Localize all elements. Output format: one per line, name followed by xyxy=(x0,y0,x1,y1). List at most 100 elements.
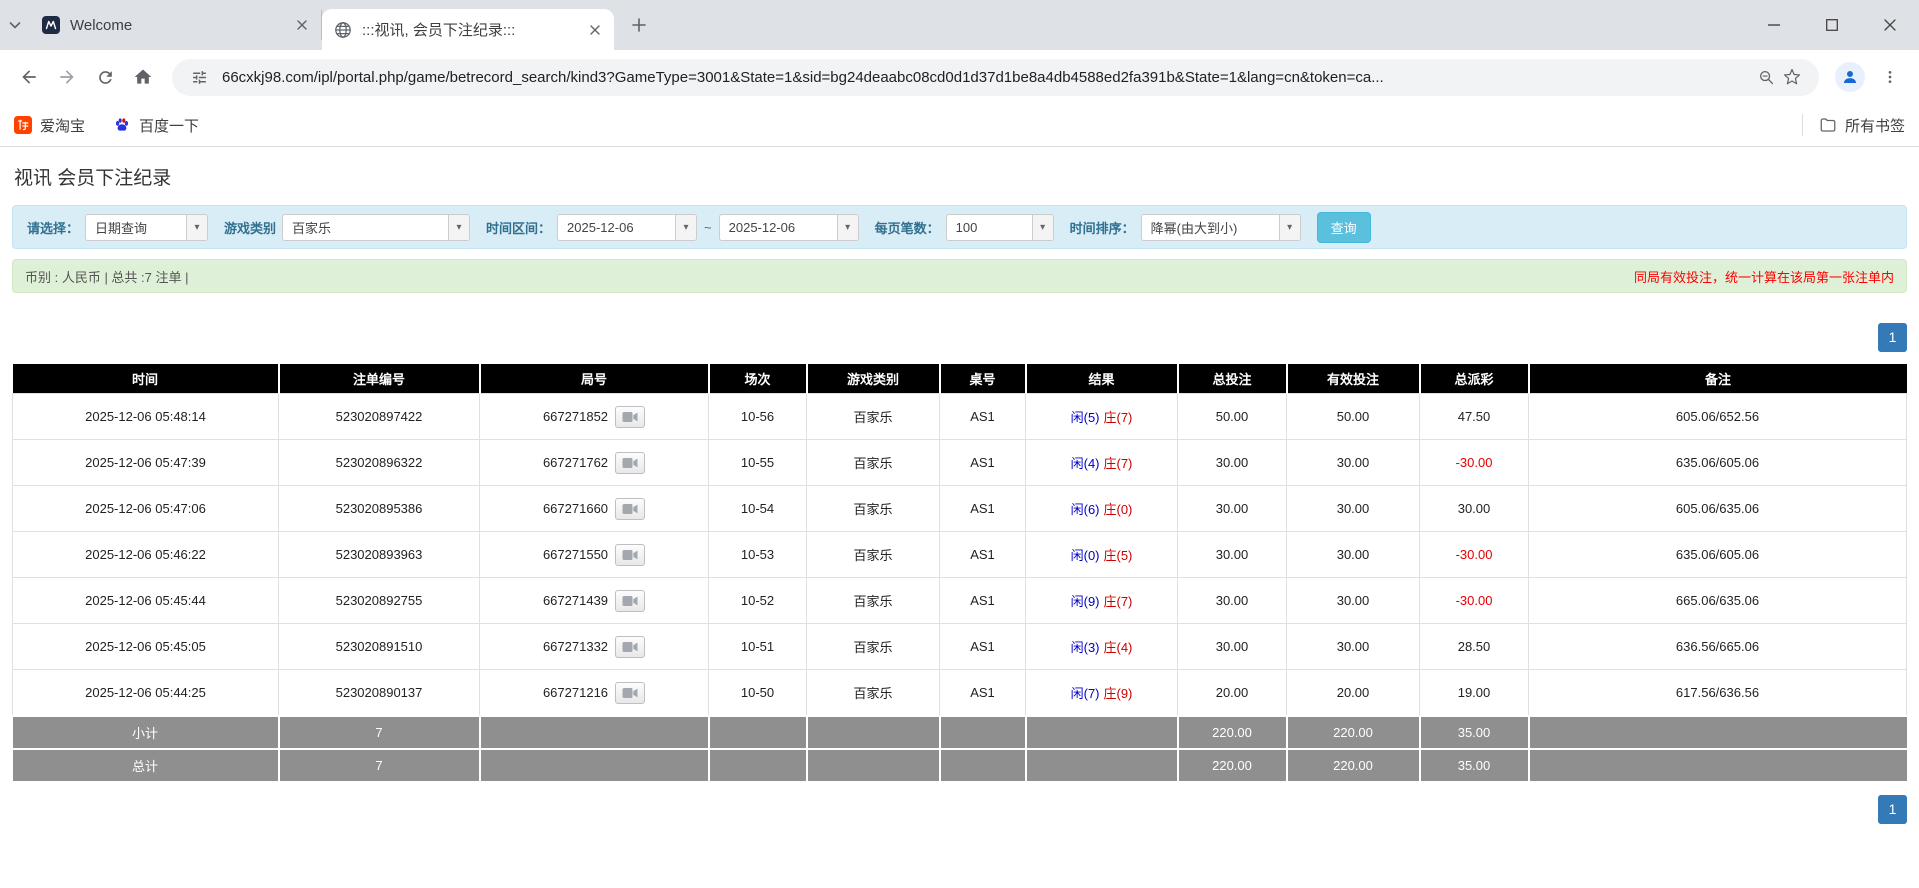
cell-total-bet[interactable]: 20.00 xyxy=(1177,669,1287,717)
tab-welcome[interactable]: Welcome xyxy=(30,10,322,40)
game-type-select[interactable]: 百家乐 ▾ xyxy=(282,213,471,241)
date-range-label: 时间区间： xyxy=(486,220,552,236)
cell-time: 2025-12-06 05:44:25 xyxy=(12,669,279,717)
page-1-button[interactable]: 1 xyxy=(1878,323,1907,352)
date-from-select[interactable]: 2025-12-06 ▾ xyxy=(557,213,698,241)
round-number: 667271216 xyxy=(542,685,609,700)
bookmarks-divider xyxy=(1801,114,1803,136)
bookmark-baidu[interactable]: 百度一下 xyxy=(113,115,199,136)
cell-session: 10-51 xyxy=(708,623,807,670)
cell-note: 617.56/636.56 xyxy=(1528,669,1907,717)
video-replay-button[interactable] xyxy=(615,451,646,474)
cell-note: 665.06/635.06 xyxy=(1528,577,1907,624)
cell-total-bet[interactable]: 30.00 xyxy=(1177,439,1287,486)
cell-payout: 28.50 xyxy=(1419,623,1529,670)
video-replay-button[interactable] xyxy=(615,681,646,704)
cell-valid-bet: 30.00 xyxy=(1286,577,1420,624)
cell-table-no: AS1 xyxy=(939,577,1026,624)
address-bar[interactable]: 66cxkj98.com/ipl/portal.php/game/betreco… xyxy=(172,58,1819,96)
taobao-icon xyxy=(14,116,32,134)
cell-result: 闲(6) 庄(0) xyxy=(1025,485,1178,532)
video-replay-button[interactable] xyxy=(615,543,646,566)
cell-game-type: 百家乐 xyxy=(806,439,940,486)
cell-game-type: 百家乐 xyxy=(806,577,940,624)
maximize-button[interactable] xyxy=(1803,0,1861,50)
cell-round: 667271332 xyxy=(479,623,709,670)
site-settings-icon[interactable] xyxy=(186,64,212,90)
total-count: 7 xyxy=(277,748,480,781)
video-camera-icon xyxy=(622,687,638,699)
subtotal-count: 7 xyxy=(277,715,480,749)
cell-total-bet[interactable]: 30.00 xyxy=(1177,531,1287,578)
globe-icon xyxy=(334,21,352,39)
new-tab-button[interactable] xyxy=(624,10,654,40)
zoom-icon[interactable] xyxy=(1753,64,1779,90)
cell-total-bet[interactable]: 30.00 xyxy=(1177,485,1287,532)
chevron-down-icon[interactable]: ▾ xyxy=(1031,214,1053,240)
chevron-down-icon[interactable]: ▾ xyxy=(1278,214,1300,240)
table-row: 2025-12-06 05:48:14 523020897422 6672718… xyxy=(12,393,1907,440)
url-text[interactable]: 66cxkj98.com/ipl/portal.php/game/betreco… xyxy=(222,69,1753,86)
bookmark-label: 百度一下 xyxy=(139,117,200,135)
video-camera-icon xyxy=(622,457,638,469)
page-size-select[interactable]: 100 ▾ xyxy=(945,213,1054,241)
video-camera-icon xyxy=(622,503,638,515)
cell-total-bet[interactable]: 50.00 xyxy=(1177,393,1287,440)
date-to-select[interactable]: 2025-12-06 ▾ xyxy=(718,213,859,241)
chevron-down-icon[interactable]: ▾ xyxy=(836,214,858,240)
table-header-row: 时间 注单编号 局号 场次 游戏类别 桌号 结果 总投注 有效投注 总派彩 备注 xyxy=(12,364,1907,394)
footer-empty-cell xyxy=(1024,715,1178,749)
cell-table-no: AS1 xyxy=(939,485,1026,532)
bookmark-star-icon[interactable] xyxy=(1779,64,1805,90)
sort-order-select[interactable]: 降幂(由大到小) ▾ xyxy=(1140,213,1301,241)
result-banker: 庄(0) xyxy=(1103,502,1133,517)
tab-close-icon[interactable] xyxy=(291,14,313,36)
close-window-button[interactable] xyxy=(1861,0,1919,50)
cell-total-bet[interactable]: 30.00 xyxy=(1177,623,1287,670)
video-replay-button[interactable] xyxy=(615,405,646,428)
all-bookmarks-button[interactable]: 所有书签 xyxy=(1819,115,1905,136)
result-banker: 庄(7) xyxy=(1103,594,1133,609)
cell-session: 10-52 xyxy=(708,577,807,624)
cell-total-bet[interactable]: 30.00 xyxy=(1177,577,1287,624)
cell-time: 2025-12-06 05:47:39 xyxy=(12,439,279,486)
page-1-button[interactable]: 1 xyxy=(1878,795,1907,824)
profile-avatar[interactable] xyxy=(1835,62,1865,92)
footer-empty-cell xyxy=(938,748,1026,781)
cell-result: 闲(4) 庄(7) xyxy=(1025,439,1178,486)
search-button[interactable]: 查询 xyxy=(1316,211,1371,243)
chevron-down-icon[interactable]: ▾ xyxy=(448,214,470,240)
subtotal-label: 小计 xyxy=(12,715,279,749)
minimize-button[interactable] xyxy=(1745,0,1803,50)
col-result: 结果 xyxy=(1024,364,1178,394)
menu-dots-icon[interactable] xyxy=(1871,58,1909,96)
cell-game-type: 百家乐 xyxy=(806,669,940,717)
cell-table-no: AS1 xyxy=(939,669,1026,717)
tab-search-chevron-icon[interactable] xyxy=(0,10,30,40)
home-button[interactable] xyxy=(124,58,162,96)
bookmark-aitaobao[interactable]: 爱淘宝 xyxy=(14,115,85,136)
footer-empty-cell xyxy=(1024,748,1178,781)
cell-round: 667271216 xyxy=(479,669,709,717)
tab-close-icon[interactable] xyxy=(584,19,606,41)
result-banker: 庄(7) xyxy=(1103,410,1133,425)
footer-empty-cell xyxy=(707,748,807,781)
query-type-select[interactable]: 日期查询 ▾ xyxy=(85,213,209,241)
forward-button[interactable] xyxy=(48,58,86,96)
tab-betrecord[interactable]: :::视讯, 会员下注纪录::: xyxy=(322,9,614,50)
cell-session: 10-56 xyxy=(708,393,807,440)
tab-strip: Welcome :::视讯, 会员下注纪录::: xyxy=(0,0,1919,50)
cell-game-type: 百家乐 xyxy=(806,485,940,532)
back-button[interactable] xyxy=(10,58,48,96)
chevron-down-icon[interactable]: ▾ xyxy=(675,214,697,240)
video-replay-button[interactable] xyxy=(615,589,646,612)
sort-order-label: 时间排序： xyxy=(1069,220,1135,236)
chevron-down-icon[interactable]: ▾ xyxy=(186,214,208,240)
cell-game-type: 百家乐 xyxy=(806,623,940,670)
video-replay-button[interactable] xyxy=(615,497,646,520)
refresh-button[interactable] xyxy=(86,58,124,96)
table-row: 2025-12-06 05:45:05 523020891510 6672713… xyxy=(12,623,1907,670)
col-session: 场次 xyxy=(707,364,807,394)
range-separator: ~ xyxy=(704,219,712,235)
video-replay-button[interactable] xyxy=(615,635,646,658)
